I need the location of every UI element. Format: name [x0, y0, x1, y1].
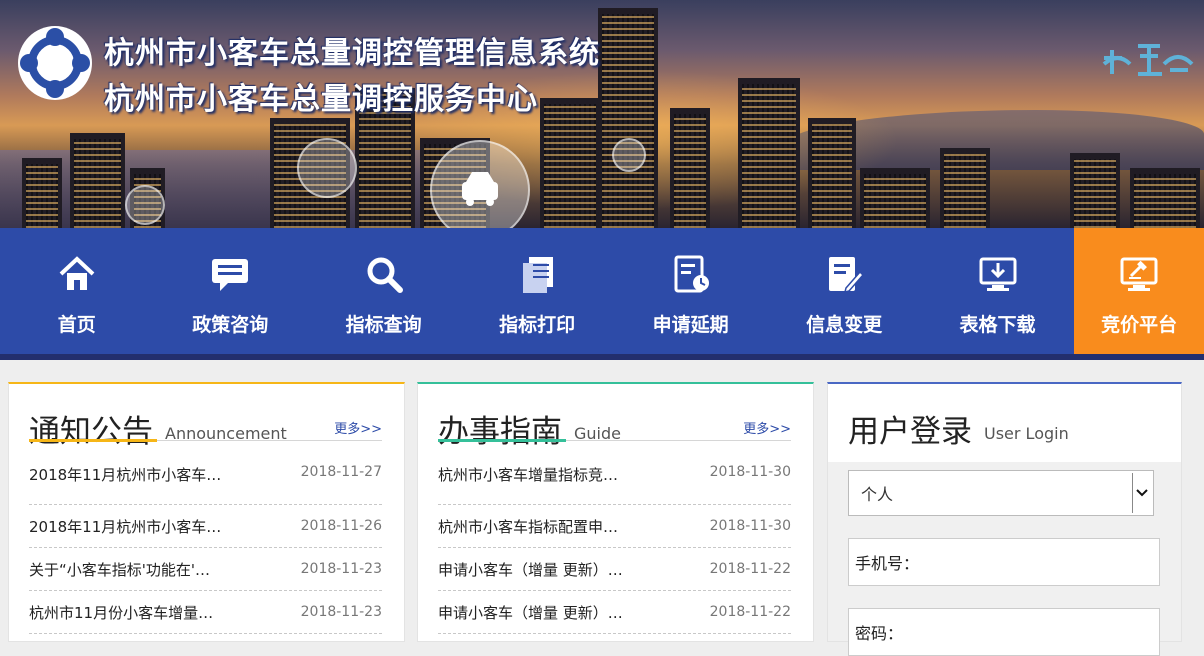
list-item-title: 杭州市小客车增量指标竞… — [438, 466, 619, 484]
small-circle-icon — [612, 138, 646, 172]
search-icon — [362, 252, 406, 296]
guide-more-link[interactable]: 更多>> — [743, 418, 791, 437]
guide-header: 办事指南 Guide 更多>> — [438, 384, 791, 450]
announcement-title: 通知公告 — [29, 414, 153, 450]
nav-quota-print-label: 指标打印 — [499, 314, 576, 336]
guide-subtitle: Guide — [574, 424, 621, 443]
nav-bidding-platform[interactable]: 竞价平台 — [1074, 228, 1204, 354]
nav-info-change-label: 信息变更 — [806, 314, 883, 336]
list-item[interactable]: 杭州市11月份小客车增量… 2018-11-23 — [29, 591, 382, 634]
building — [940, 148, 990, 228]
password-input[interactable]: 密码： — [848, 608, 1160, 656]
nav-form-download-label: 表格下载 — [959, 314, 1036, 336]
building — [540, 98, 600, 228]
list-item[interactable]: 杭州市小客车指标配置申… 2018-11-30 — [438, 505, 791, 548]
list-item-title: 2018年11月杭州市小客车… — [29, 466, 222, 484]
nav-home[interactable]: 首页 — [0, 228, 153, 354]
announcement-panel: 通知公告 Announcement 更多>> 2018年11月杭州市小客车… 20… — [8, 382, 405, 642]
login-form: 个人 手机号： 密码： — [828, 462, 1181, 656]
list-item-date: 2018-11-23 — [300, 604, 382, 620]
announcement-header: 通知公告 Announcement 更多>> — [29, 384, 382, 450]
list-item[interactable]: 关于“小客车指标'功能在'… 2018-11-23 — [29, 548, 382, 591]
building — [22, 158, 62, 228]
nav-form-download[interactable]: 表格下载 — [921, 228, 1074, 354]
list-item-title: 申请小客车（增量 更新）… — [438, 560, 623, 579]
nav-home-label: 首页 — [57, 314, 96, 336]
building — [808, 118, 856, 228]
building — [1070, 153, 1120, 228]
document-clock-icon — [669, 252, 713, 296]
guide-list: 杭州市小客车增量指标竞… 2018-11-30 杭州市小客车指标配置申… 2018-… — [438, 464, 791, 634]
edit-document-icon — [822, 252, 866, 296]
list-item-date: 2018-11-30 — [709, 518, 791, 534]
announcement-more-link[interactable]: 更多>> — [334, 418, 382, 437]
login-header: 用户登录 User Login — [848, 384, 1159, 450]
list-item-date: 2018-11-22 — [709, 561, 791, 577]
user-type-value: 个人 — [861, 485, 894, 504]
center-title: 杭州市小客车总量调控服务中心 — [104, 82, 538, 117]
hangzhou-emblem-icon — [1102, 44, 1194, 76]
building — [860, 168, 930, 228]
list-item-date: 2018-11-30 — [709, 464, 791, 480]
list-item[interactable]: 申请小客车（增量 更新）… 2018-11-22 — [438, 548, 791, 591]
announcement-underline — [29, 439, 157, 442]
print-document-icon — [515, 252, 559, 296]
list-item-date: 2018-11-22 — [709, 604, 791, 620]
nav-apply-extension[interactable]: 申请延期 — [614, 228, 767, 354]
main-content: 通知公告 Announcement 更多>> 2018年11月杭州市小客车… 20… — [0, 360, 1204, 656]
main-nav: 首页 政策咨询 指标查询 指标打印 申请延期 信息变更 表格下载 竞价平台 — [0, 228, 1204, 360]
hangzhou-logo — [18, 26, 92, 100]
building — [670, 108, 710, 228]
list-item[interactable]: 申请小客车（增量 更新）… 2018-11-22 — [438, 591, 791, 634]
list-item[interactable]: 2018年11月杭州市小客车… 2018-11-26 — [29, 505, 382, 548]
nav-quota-print[interactable]: 指标打印 — [460, 228, 613, 354]
system-title: 杭州市小客车总量调控管理信息系统 — [104, 36, 600, 71]
guide-panel: 办事指南 Guide 更多>> 杭州市小客车增量指标竞… 2018-11-30 杭… — [417, 382, 814, 642]
list-item-date: 2018-11-26 — [300, 518, 382, 534]
list-item-title: 杭州市小客车指标配置申… — [438, 517, 619, 536]
login-subtitle: User Login — [984, 424, 1069, 443]
login-panel: 用户登录 User Login 个人 手机号： 密码： — [827, 382, 1182, 656]
tower-building — [598, 8, 658, 228]
list-item-title: 杭州市11月份小客车增量… — [29, 603, 214, 622]
car-circle-icon — [430, 140, 530, 228]
announcement-list: 2018年11月杭州市小客车… 2018-11-27 2018年11月杭州市小客车… — [29, 464, 382, 634]
nav-bidding-platform-label: 竞价平台 — [1101, 314, 1178, 336]
nav-info-change[interactable]: 信息变更 — [767, 228, 920, 354]
list-item-title: 申请小客车（增量 更新）… — [438, 603, 623, 622]
chat-icon — [208, 252, 252, 296]
document-circle-icon — [125, 185, 165, 225]
building — [738, 78, 800, 228]
list-item[interactable]: 2018年11月杭州市小客车… 2018-11-27 — [29, 464, 382, 505]
header-banner: 杭州市小客车总量调控管理信息系统 杭州市小客车总量调控服务中心 — [0, 0, 1204, 228]
user-type-select[interactable]: 个人 — [848, 470, 1154, 516]
building — [70, 133, 125, 228]
nav-apply-extension-label: 申请延期 — [652, 314, 729, 336]
phone-input[interactable]: 手机号： — [848, 538, 1160, 586]
building — [1130, 168, 1200, 228]
bid-monitor-icon — [1117, 252, 1161, 296]
announcement-subtitle: Announcement — [165, 424, 287, 443]
list-item-title: 关于“小客车指标'功能在'… — [29, 560, 211, 579]
nav-policy-consult-label: 政策咨询 — [192, 314, 269, 336]
chevron-down-icon[interactable] — [1132, 473, 1151, 513]
phone-label: 手机号： — [855, 554, 920, 573]
list-item-title: 2018年11月杭州市小客车… — [29, 517, 222, 536]
login-title: 用户登录 — [848, 414, 972, 450]
password-label: 密码： — [855, 624, 904, 643]
nav-policy-consult[interactable]: 政策咨询 — [153, 228, 306, 354]
guide-underline — [438, 439, 566, 442]
list-item-date: 2018-11-27 — [300, 464, 382, 480]
list-item-date: 2018-11-23 — [300, 561, 382, 577]
nav-quota-query-label: 指标查询 — [345, 314, 422, 336]
list-item[interactable]: 杭州市小客车增量指标竞… 2018-11-30 — [438, 464, 791, 505]
nav-quota-query[interactable]: 指标查询 — [307, 228, 460, 354]
home-icon — [55, 252, 99, 296]
guide-title: 办事指南 — [438, 414, 562, 450]
building-circle-icon — [297, 138, 357, 198]
download-monitor-icon — [976, 252, 1020, 296]
